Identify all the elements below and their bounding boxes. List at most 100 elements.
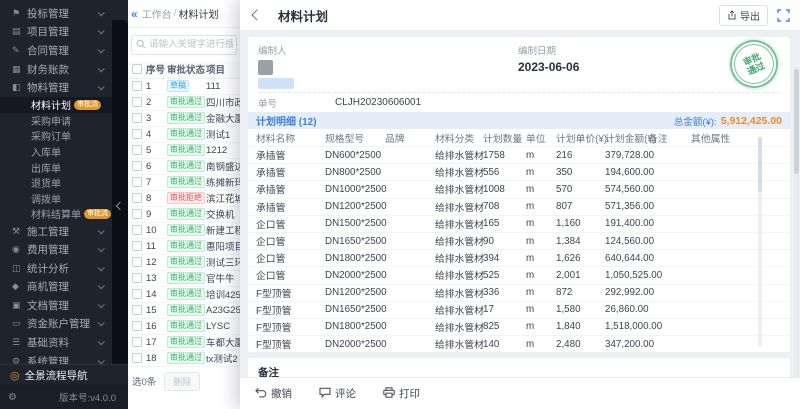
status-badge: 审批通过 — [167, 256, 205, 268]
comment-button[interactable]: 评论 — [319, 386, 356, 401]
row-checkbox[interactable] — [132, 225, 142, 235]
gear-icon[interactable]: ⚙ — [8, 392, 17, 403]
detail-table-row: 企口管DN1500*2500给排水管材165m1,160191,400.00 — [248, 215, 790, 232]
sidebar-item-purchase-request[interactable]: 采购申请 — [0, 113, 112, 129]
row-checkbox[interactable] — [132, 305, 142, 315]
chevron-down-icon — [98, 28, 105, 35]
list-row[interactable]: 11审批通过惠阳项目 — [128, 239, 240, 255]
sidebar-item-finance-accounts[interactable]: ▦财务账款 — [0, 60, 112, 79]
row-checkbox[interactable] — [132, 273, 142, 283]
sidebar-item-outbound-order[interactable]: 出库单 — [0, 159, 112, 175]
row-checkbox[interactable] — [132, 241, 142, 251]
list-row[interactable]: 13审批通过官牛牛 — [128, 271, 240, 287]
table-scrollbar[interactable] — [758, 137, 762, 347]
row-checkbox[interactable] — [132, 161, 142, 171]
detail-cell: DN1650*2500 — [325, 236, 385, 247]
chevron-down-icon — [98, 301, 105, 308]
list-row[interactable]: 14审批通过培训425 — [128, 287, 240, 303]
sidebar-item-business-management[interactable]: ◆商机管理 — [0, 278, 112, 297]
collapse-menu-icon[interactable]: « — [131, 7, 138, 21]
search-input[interactable] — [131, 35, 237, 55]
flag-icon: ⚑ — [12, 8, 27, 19]
sidebar-subitem-label: 入库单 — [31, 144, 61, 159]
list-row[interactable]: 18审批通过tx测试2 — [128, 351, 240, 367]
sidebar-item-inbound-order[interactable]: 入库单 — [0, 144, 112, 160]
list-row[interactable]: 9审批通过交换机 — [128, 207, 240, 223]
detail-cell: DN1500*2500 — [325, 218, 385, 229]
row-index: 15 — [146, 305, 167, 316]
sidebar-item-label: 文档管理 — [27, 298, 98, 313]
row-checkbox[interactable] — [132, 177, 142, 187]
detail-cell: 140 — [483, 339, 526, 350]
sidebar-collapse-strip[interactable] — [112, 20, 128, 367]
row-checkbox[interactable] — [132, 113, 142, 123]
detail-cell: m — [526, 218, 556, 229]
fullscreen-icon[interactable] — [777, 9, 790, 22]
sidebar-item-project-management[interactable]: ▤项目管理 — [0, 23, 112, 42]
row-checkbox[interactable] — [132, 81, 142, 91]
sidebar-item-base-data[interactable]: ☰基础资料 — [0, 333, 112, 352]
delete-button[interactable]: 删除 — [164, 372, 200, 391]
select-all-checkbox[interactable] — [132, 64, 142, 74]
detail-cell: 394 — [483, 253, 526, 264]
list-row[interactable]: 5审批通过1212 — [128, 143, 240, 159]
list-row[interactable]: 6审批通过南钢盛达大 — [128, 159, 240, 175]
chevron-down-icon — [98, 65, 105, 72]
export-button[interactable]: 导出 — [719, 5, 768, 26]
list-row[interactable]: 10审批通过新建工程-风 — [128, 223, 240, 239]
detail-cell: 给排水管材 — [435, 200, 483, 214]
sidebar-item-purchase-order[interactable]: 采购订单 — [0, 128, 112, 144]
row-checkbox[interactable] — [132, 97, 142, 107]
version-label: 版本号:v4.0.0 — [59, 390, 116, 404]
back-icon[interactable] — [251, 9, 262, 20]
sidebar-item-document-management[interactable]: ▣文档管理 — [0, 296, 112, 315]
sidebar-item-process-nav[interactable]: ◎ 全景流程导航 — [0, 364, 128, 385]
project-name: 测试1 — [206, 127, 240, 141]
list-row[interactable]: 4审批通过测试1 — [128, 127, 240, 143]
row-checkbox[interactable] — [132, 321, 142, 331]
list-row[interactable]: 8审批拒绝滨江花城10 — [128, 191, 240, 207]
row-checkbox[interactable] — [132, 337, 142, 347]
row-checkbox[interactable] — [132, 193, 142, 203]
sidebar-item-label: 合同管理 — [27, 43, 98, 58]
row-checkbox[interactable] — [132, 145, 142, 155]
detail-cell: F型顶管 — [248, 303, 325, 317]
row-index: 5 — [146, 145, 167, 156]
sidebar-item-statistics-analysis[interactable]: ◫统计分析 — [0, 259, 112, 278]
row-checkbox[interactable] — [132, 289, 142, 299]
selected-count: 选0条 — [132, 374, 156, 388]
row-checkbox[interactable] — [132, 257, 142, 267]
sidebar-item-fund-account-management[interactable]: ▭资金账户管理 — [0, 315, 112, 334]
sidebar-item-return-order[interactable]: 退货单 — [0, 175, 112, 191]
row-checkbox[interactable] — [132, 353, 142, 363]
row-checkbox[interactable] — [132, 209, 142, 219]
list-row[interactable]: 1草稿111 — [128, 79, 240, 95]
list-row[interactable]: 16审批通过LYSC — [128, 319, 240, 335]
row-checkbox[interactable] — [132, 129, 142, 139]
sidebar-item-material-settlement[interactable]: 材料结算单审批流 — [0, 206, 112, 222]
detail-cell: 承插管 — [248, 165, 325, 179]
drawer-scrollbar[interactable] — [794, 67, 799, 377]
sidebar-item-material-management[interactable]: ◧物料管理 — [0, 78, 112, 97]
list-row[interactable]: 7审批通过练摊新玛维 — [128, 175, 240, 191]
list-row[interactable]: 15审批通过A23G2511 — [128, 303, 240, 319]
sidebar-item-contract-management[interactable]: ✎合同管理 — [0, 41, 112, 60]
detail-cell: 191,400.00 — [605, 218, 648, 229]
detail-cell: m — [526, 321, 556, 332]
sidebar-item-transfer-order[interactable]: 调拨单 — [0, 191, 112, 207]
print-button[interactable]: 打印 — [383, 386, 420, 401]
list-row[interactable]: 2审批通过四川市政项 — [128, 95, 240, 111]
sidebar-item-bid-management[interactable]: ⚑投标管理 — [0, 4, 112, 23]
list-row[interactable]: 3审批通过金融大厦采 — [128, 111, 240, 127]
list-row[interactable]: 17审批通过车都大厦 — [128, 335, 240, 351]
detail-cell: m — [526, 339, 556, 350]
detail-cell: DN1650*2500 — [325, 304, 385, 315]
detail-cell: 1,626 — [556, 253, 605, 264]
sidebar-item-expense-management[interactable]: ◉费用管理 — [0, 240, 112, 259]
sidebar-item-material-plan[interactable]: 材料计划审批流 — [0, 97, 112, 113]
info-section: 编制人 编制日期 2023-06-06 — [258, 43, 780, 89]
undo-button[interactable]: 撤销 — [255, 386, 292, 401]
sidebar-item-construction-management[interactable]: ⚒施工管理 — [0, 222, 112, 241]
list-row[interactable]: 12审批通过测试三环路 — [128, 255, 240, 271]
breadcrumb-root[interactable]: 工作台 — [142, 6, 172, 21]
